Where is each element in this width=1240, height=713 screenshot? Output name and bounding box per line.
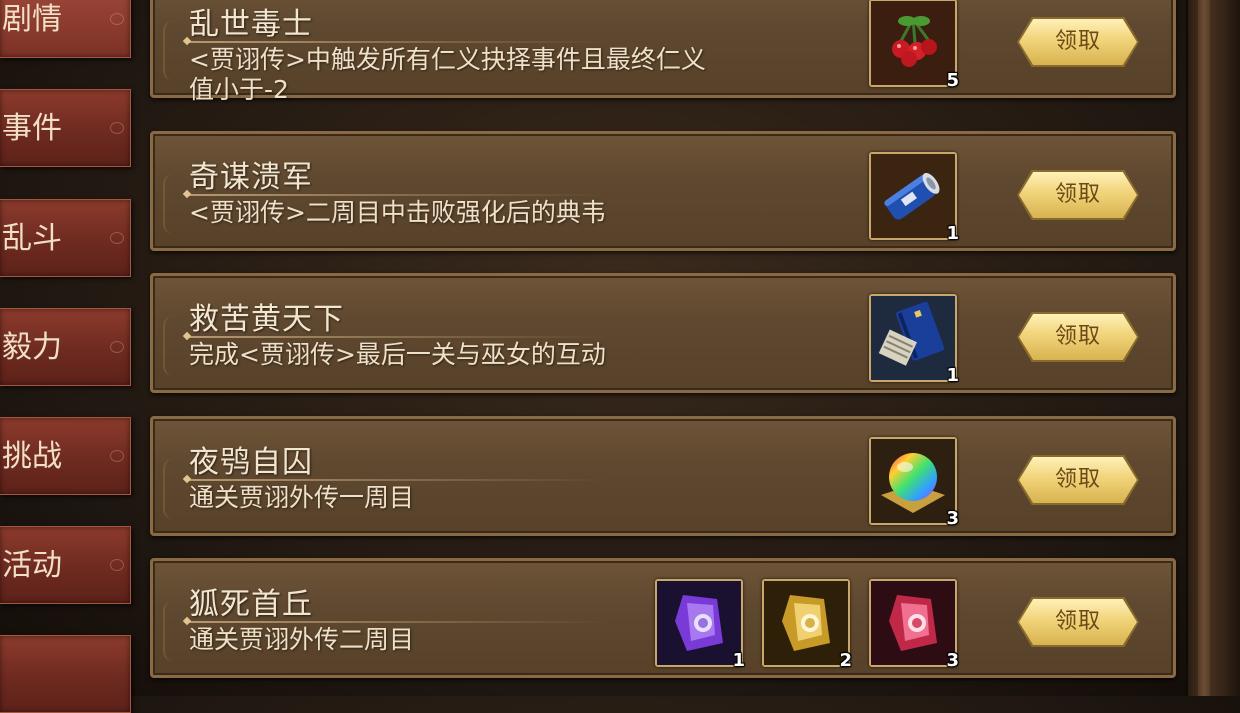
reward-item[interactable]: 2 [762,579,852,671]
tab-label: 事件 [2,111,62,146]
reward-count: 3 [946,508,959,529]
red-gem-icon [871,581,955,665]
tab-ornament-icon [110,122,124,134]
card-ornament [163,316,185,376]
achievement-card: 夜鸮自囚 通关贾诩外传一周目 3 领取 [150,416,1176,536]
reward-item[interactable]: 1 [869,294,959,386]
reward-count: 5 [946,70,959,91]
title-divider [187,479,607,481]
tab-perseverance[interactable]: 毅力 [0,308,131,386]
card-ornament [163,601,185,661]
card-ornament [163,459,185,519]
purple-gem-icon [657,581,741,665]
reward-item[interactable]: 3 [869,579,959,671]
achievement-description: 通关贾诩外传一周目 [189,483,415,512]
claim-button[interactable]: 领取 [1019,172,1137,218]
reward-item[interactable]: 3 [869,437,959,529]
tab-ornament-icon [110,450,124,462]
claim-button[interactable]: 领取 [1019,457,1137,503]
tab-ornament-icon [110,341,124,353]
achievement-card: 奇谋溃军 <贾诩传>二周目中击败强化后的典韦 1 领取 [150,131,1176,251]
tab-label: 乱斗 [2,221,62,256]
reward-count: 1 [946,223,959,244]
reward-item[interactable]: 1 [869,152,959,244]
tab-ornament-icon [110,232,124,244]
achievement-card: 乱世毒士 <贾诩传>中触发所有仁义抉择事件且最终仁义值小于-2 5 领取 [150,0,1176,104]
card-ornament [163,21,185,81]
tab-more[interactable] [0,635,131,713]
achievement-description: <贾诩传>中触发所有仁义抉择事件且最终仁义值小于-2 [189,45,706,104]
reward-count: 1 [946,365,959,386]
achievement-card: 狐死首丘 通关贾诩外传二周目 1 2 3 领取 [150,558,1176,678]
achievement-card: 救苦黄天下 完成<贾诩传>最后一关与巫女的互动 1 领取 [150,273,1176,393]
tab-ornament-icon [110,559,124,571]
tab-challenge[interactable]: 挑战 [0,417,131,495]
frame-pillar-trim [1198,0,1210,696]
tab-story[interactable]: 剧情 [0,0,131,58]
achievement-title: 夜鸮自囚 [189,445,313,480]
title-divider [187,41,607,43]
tab-event[interactable]: 事件 [0,89,131,167]
tab-label: 挑战 [2,439,62,474]
rainbow-orb-icon [871,439,955,523]
achievement-description: <贾诩传>二周目中击败强化后的典韦 [189,198,606,227]
achievement-title: 救苦黄天下 [189,302,344,337]
gold-gem-icon [764,581,848,665]
tab-ornament-icon [110,13,124,25]
category-tabs: 剧情 事件 乱斗 毅力 挑战 活动 [0,0,135,713]
reward-count: 2 [839,650,852,671]
claim-button[interactable]: 领取 [1019,314,1137,360]
reward-count: 1 [732,650,745,671]
tab-label: 活动 [2,548,62,583]
reward-item[interactable]: 5 [869,0,959,91]
tab-brawl[interactable]: 乱斗 [0,199,131,277]
reward-item[interactable]: 1 [655,579,745,671]
achievement-title: 狐死首丘 [189,587,313,622]
tab-activity[interactable]: 活动 [0,526,131,604]
title-divider [187,621,607,623]
tab-label: 剧情 [2,2,62,37]
reward-count: 3 [946,650,959,671]
cherry-icon [871,1,955,85]
achievement-description: 通关贾诩外传二周目 [189,625,415,654]
achievement-title: 奇谋溃军 [189,160,313,195]
achievement-title: 乱世毒士 [189,7,313,42]
title-divider [187,336,607,338]
claim-button[interactable]: 领取 [1019,599,1137,645]
blue-book-icon [871,296,955,380]
claim-button[interactable]: 领取 [1019,19,1137,65]
title-divider [187,194,607,196]
tab-label: 毅力 [2,330,62,365]
blue-scroll-icon [871,154,955,238]
card-ornament [163,174,185,234]
achievement-description: 完成<贾诩传>最后一关与巫女的互动 [189,340,606,369]
frame-pillar [1186,0,1240,696]
